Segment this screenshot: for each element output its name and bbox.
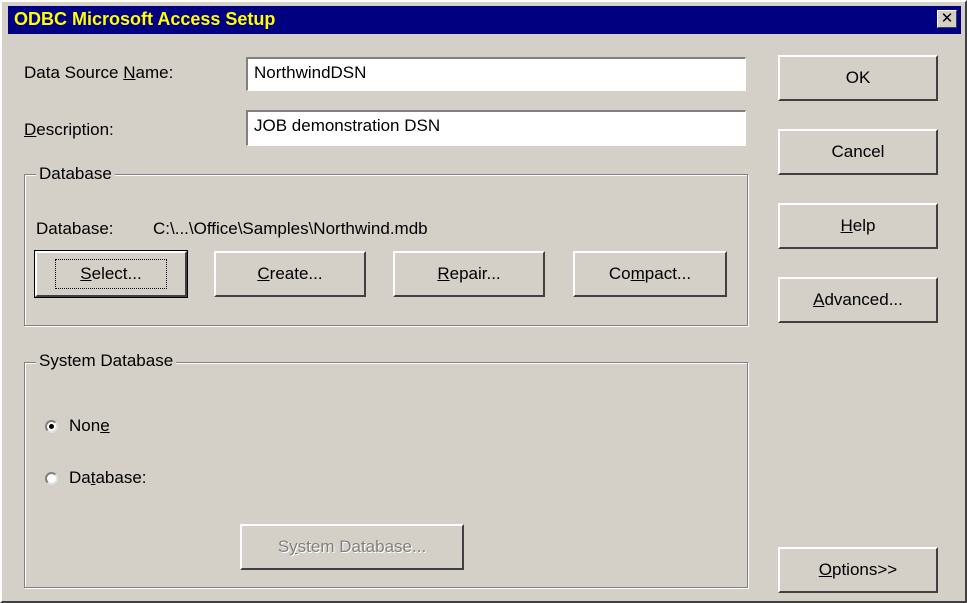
ok-button-label: OK xyxy=(845,68,871,87)
create-button-label: Create... xyxy=(257,264,323,283)
repair-button[interactable]: Repair... xyxy=(393,251,545,297)
compact-button-label: Compact... xyxy=(608,264,692,283)
dsn-input-value: NorthwindDSN xyxy=(254,63,367,82)
none-radio-label[interactable]: None xyxy=(69,416,110,436)
radio-selected-dot xyxy=(49,424,54,429)
description-input-value: JOB demonstration DSN xyxy=(254,116,441,135)
close-icon: ✕ xyxy=(940,10,954,27)
system-database-button-label: System Database... xyxy=(277,537,427,556)
database-path-value: C:\...\Office\Samples\Northwind.mdb xyxy=(153,219,428,238)
database-radio-label[interactable]: Database: xyxy=(69,468,147,488)
database-radio[interactable] xyxy=(45,472,58,485)
cancel-button-label: Cancel xyxy=(831,142,885,161)
description-label: Description: xyxy=(24,120,114,139)
dsn-label: Data Source Name: xyxy=(24,63,174,82)
options-button-label: Options>> xyxy=(818,560,898,579)
options-button[interactable]: Options>> xyxy=(778,547,938,593)
ok-button[interactable]: OK xyxy=(778,55,938,101)
create-button[interactable]: Create... xyxy=(214,251,366,297)
compact-button[interactable]: Compact... xyxy=(573,251,727,297)
close-button[interactable]: ✕ xyxy=(937,10,957,28)
title-bar[interactable]: ODBC Microsoft Access Setup ✕ xyxy=(8,6,961,34)
window-title: ODBC Microsoft Access Setup xyxy=(14,9,276,29)
advanced-button[interactable]: Advanced... xyxy=(778,277,938,323)
description-input[interactable]: JOB demonstration DSN xyxy=(246,110,746,146)
help-button-label: Help xyxy=(840,216,876,235)
cancel-button[interactable]: Cancel xyxy=(778,129,938,175)
advanced-button-label: Advanced... xyxy=(813,290,903,309)
system-database-button[interactable]: System Database... xyxy=(240,524,464,570)
dsn-input[interactable]: NorthwindDSN xyxy=(246,57,746,91)
dialog-window: ODBC Microsoft Access Setup ✕ Data Sourc… xyxy=(0,0,967,603)
system-database-group-legend: System Database xyxy=(36,351,177,371)
help-button[interactable]: Help xyxy=(778,203,938,249)
database-groupbox xyxy=(24,174,748,326)
database-group-legend: Database xyxy=(36,164,115,184)
repair-button-label: Repair... xyxy=(437,264,501,283)
database-path-label: Database: xyxy=(36,219,114,238)
select-button[interactable]: Select... xyxy=(34,250,188,298)
select-button-label: Select... xyxy=(55,259,167,289)
none-radio[interactable] xyxy=(45,420,58,433)
